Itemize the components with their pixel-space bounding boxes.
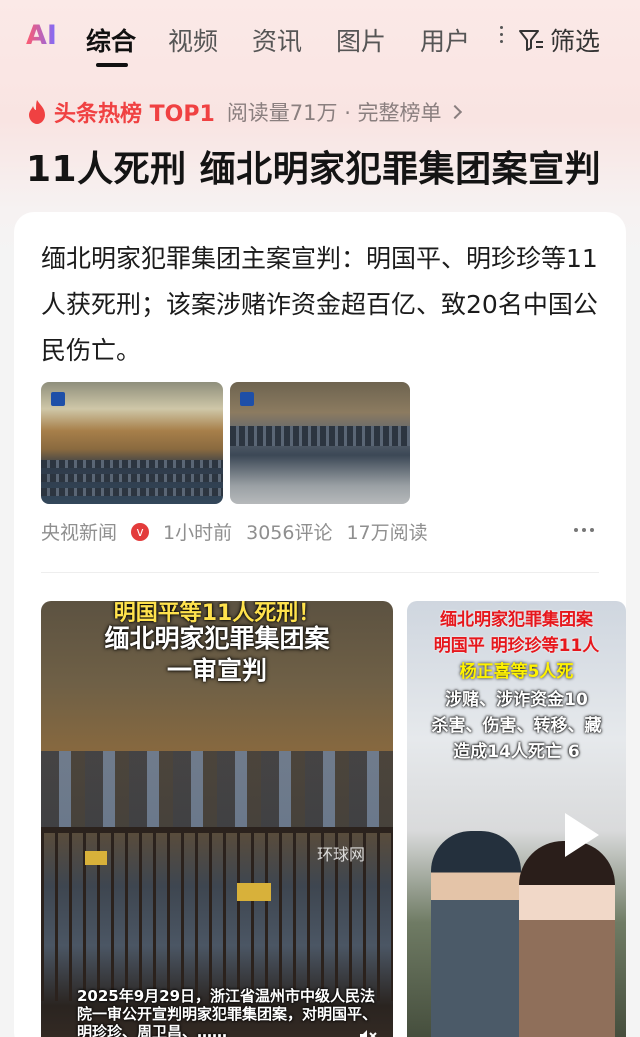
divider bbox=[41, 572, 599, 573]
article-thumbnail-2[interactable] bbox=[230, 382, 410, 504]
tab-video[interactable]: 视频 bbox=[168, 22, 218, 58]
hot-list-meta: 阅读量71万 · 完整榜单 bbox=[226, 101, 442, 125]
video1-watermark: 环球网 bbox=[317, 845, 366, 864]
railing-sign bbox=[85, 851, 107, 865]
filter-icon bbox=[519, 30, 543, 51]
flame-icon bbox=[29, 100, 45, 124]
page-headline: 11人死刑 缅北明家犯罪集团案宣判 bbox=[26, 149, 602, 190]
railing-sign bbox=[237, 883, 271, 901]
cctv-logo-icon bbox=[240, 392, 254, 406]
cctv-logo-icon bbox=[51, 392, 65, 406]
article-thumbnail-1[interactable] bbox=[41, 382, 223, 504]
mute-icon[interactable] bbox=[359, 1029, 377, 1037]
crowd-row bbox=[41, 474, 223, 482]
hot-list-link[interactable]: 头条热榜 TOP1 阅读量71万 · 完整榜单 bbox=[26, 96, 462, 128]
article-summary[interactable]: 缅北明家犯罪集团主案宣判：明国平、明珍珍等11人获死刑；该案涉赌诈资金超百亿、致… bbox=[41, 236, 601, 374]
tab-images[interactable]: 图片 bbox=[336, 22, 386, 58]
officer-figure bbox=[431, 831, 521, 1037]
crowd-row bbox=[230, 426, 410, 446]
video1-title-line3: 一审宣判 bbox=[166, 656, 267, 685]
result-card: 缅北明家犯罪集团主案宣判：明国平、明珍珍等11人获死刑；该案涉赌诈资金超百亿、致… bbox=[14, 212, 626, 1037]
play-icon[interactable] bbox=[565, 813, 599, 857]
more-options-icon[interactable] bbox=[574, 528, 594, 532]
tab-ai[interactable]: AI bbox=[26, 20, 57, 51]
courtroom-people bbox=[41, 751, 393, 831]
woman-figure bbox=[519, 841, 615, 1037]
top-tab-bar: AI 综合 视频 资讯 图片 用户 筛选 bbox=[0, 0, 640, 76]
video2-title-line2: 明国平 明珍珍等11人 bbox=[433, 636, 600, 656]
article-reads: 17万阅读 bbox=[346, 522, 428, 544]
video2-text-line5: 杀害、伤害、转移、藏 bbox=[431, 716, 602, 736]
video2-title-line1: 缅北明家犯罪集团案 bbox=[440, 610, 593, 630]
active-tab-indicator bbox=[96, 63, 128, 67]
video2-text-line6: 造成14人死亡 6 bbox=[453, 742, 580, 762]
tab-news[interactable]: 资讯 bbox=[252, 22, 302, 58]
article-meta: 央视新闻 v 1小时前 3056评论 17万阅读 bbox=[41, 518, 442, 545]
more-tabs-indicator bbox=[500, 26, 504, 48]
video-card-1[interactable]: 明国平等11人死刑！ 缅北明家犯罪集团案 一审宣判 环球网 2025年9月29日… bbox=[41, 601, 393, 1037]
crowd-row bbox=[41, 488, 223, 496]
video2-title-line3: 杨正喜等5人死 bbox=[459, 662, 574, 682]
filter-label: 筛选 bbox=[550, 27, 601, 56]
tab-users[interactable]: 用户 bbox=[420, 22, 470, 58]
verified-icon: v bbox=[131, 522, 150, 541]
video1-title-line2: 缅北明家犯罪集团案 bbox=[104, 624, 330, 653]
tab-comprehensive[interactable]: 综合 bbox=[86, 22, 136, 58]
chevron-right-icon bbox=[447, 104, 462, 120]
crowd-row bbox=[41, 460, 223, 468]
article-source[interactable]: 央视新闻 bbox=[41, 518, 117, 545]
filter-button[interactable]: 筛选 bbox=[518, 22, 600, 58]
video1-caption: 2025年9月29日，浙江省温州市中级人民法院一审公开宣判明家犯罪集团案，对明国… bbox=[77, 987, 378, 1037]
article-comments: 3056评论 bbox=[246, 522, 333, 544]
hot-list-rank: 头条热榜 TOP1 bbox=[54, 102, 215, 127]
video-card-2[interactable]: 缅北明家犯罪集团案 明国平 明珍珍等11人 杨正喜等5人死 涉赌、涉诈资金10 … bbox=[407, 601, 626, 1037]
video2-text-line4: 涉赌、涉诈资金10 bbox=[445, 690, 588, 710]
article-time: 1小时前 bbox=[163, 522, 233, 544]
